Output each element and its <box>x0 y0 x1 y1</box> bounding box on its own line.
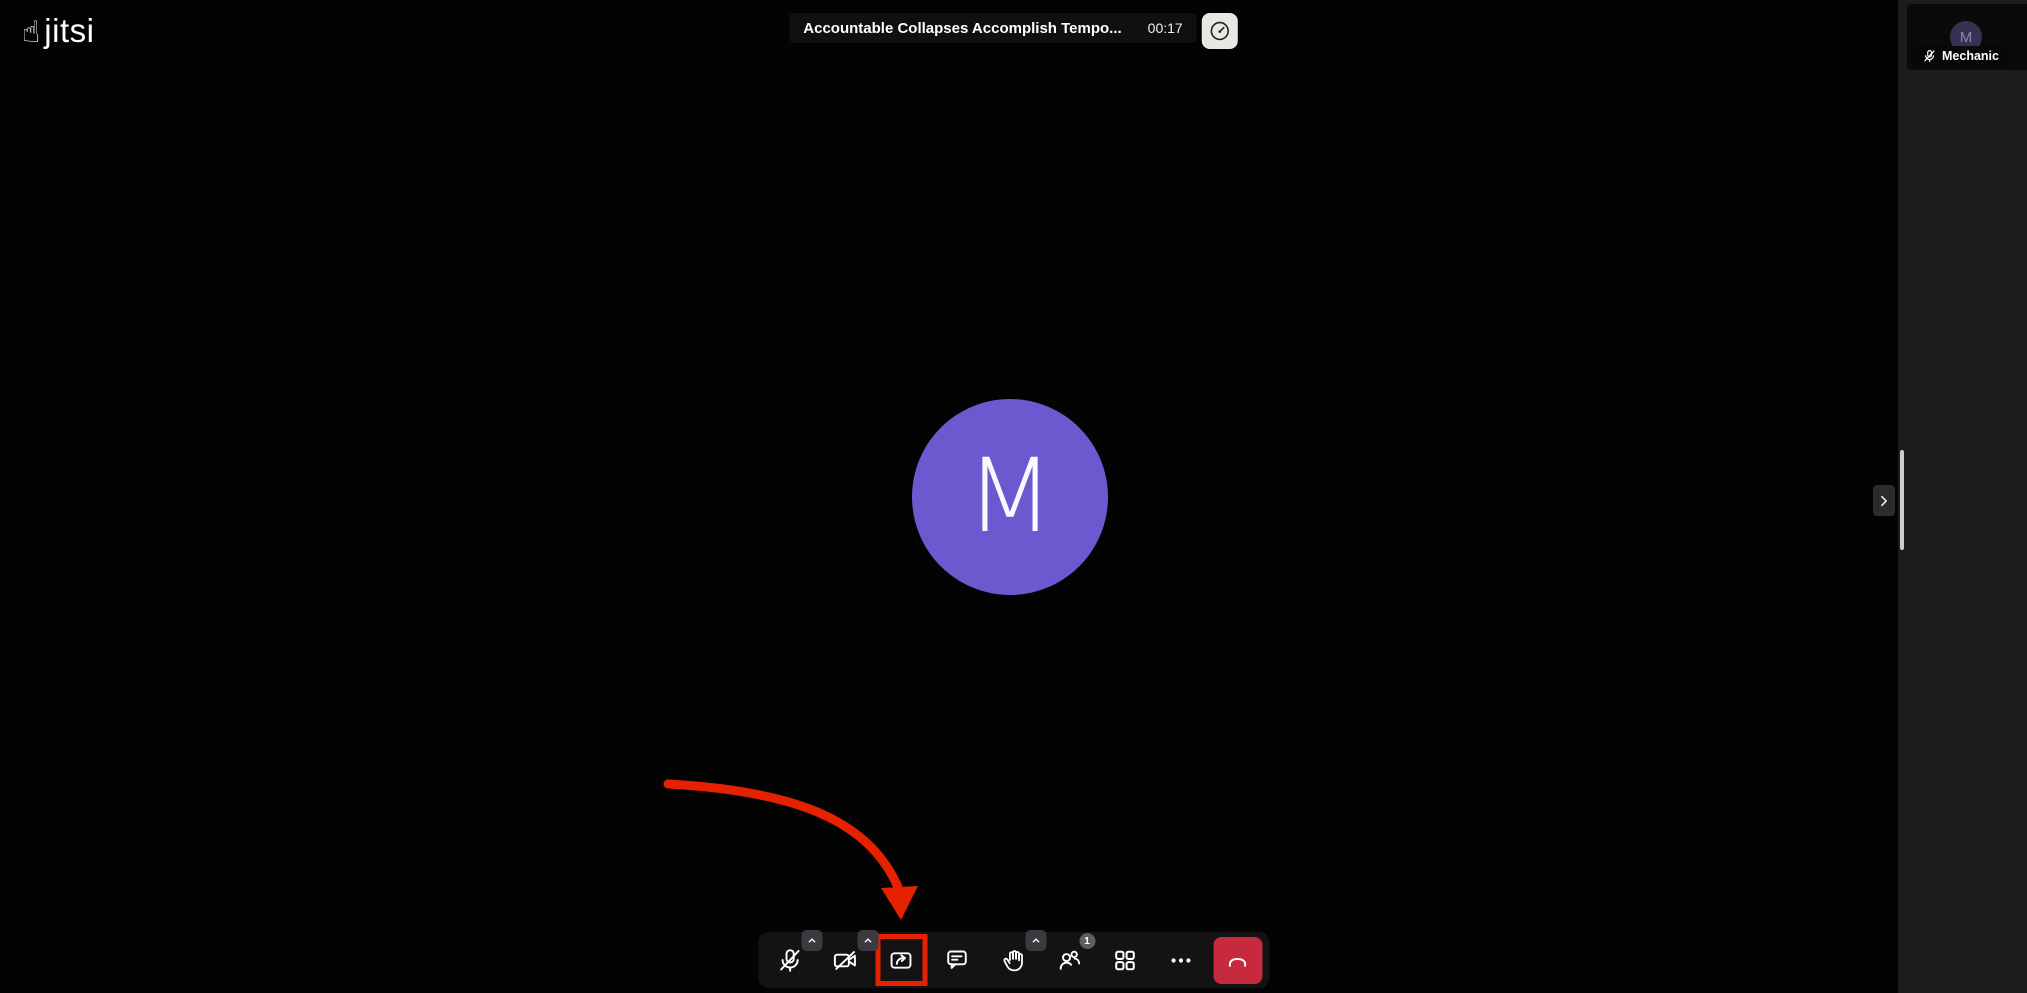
jitsi-hand-icon: ☝ <box>22 18 40 48</box>
share-screen-icon <box>888 947 915 974</box>
participants-count-badge: 1 <box>1079 933 1095 949</box>
more-options-button[interactable] <box>1157 936 1205 984</box>
annotation-arrow <box>650 768 930 933</box>
tile-avatar-initial: M <box>1960 29 1973 46</box>
participants-icon <box>1056 947 1083 974</box>
participant-tile[interactable]: M Mechanic <box>1907 4 2027 70</box>
conference-timer: 00:17 <box>1148 20 1183 36</box>
mute-microphone-button[interactable] <box>765 936 813 984</box>
conference-info-bar: Accountable Collapses Accomplish Tempo..… <box>789 13 1237 49</box>
mic-muted-icon <box>1922 49 1936 63</box>
camera-button[interactable] <box>821 936 869 984</box>
chat-button[interactable] <box>933 936 981 984</box>
filmstrip-toggle-button[interactable] <box>1873 485 1895 516</box>
speedometer-icon <box>1208 19 1232 43</box>
tile-view-button[interactable] <box>1101 936 1149 984</box>
participant-name: Mechanic <box>1942 49 1999 63</box>
filmstrip-panel: M Mechanic <box>1898 0 2027 993</box>
participants-button[interactable]: 1 <box>1045 936 1093 984</box>
chevron-right-icon <box>1876 492 1892 510</box>
chat-icon <box>944 947 971 974</box>
more-dots-icon <box>1168 947 1195 974</box>
mic-muted-icon <box>776 947 803 974</box>
participant-name-pill: Mechanic <box>1913 46 2008 66</box>
hangup-button[interactable] <box>1213 937 1262 984</box>
stage-participant-avatar: M <box>912 399 1108 595</box>
microphone-options-arrow[interactable] <box>801 930 822 951</box>
jitsi-logo-text: jitsi <box>44 12 94 50</box>
share-screen-button[interactable] <box>877 936 925 984</box>
filmstrip-scrollbar[interactable] <box>1900 450 1904 550</box>
conference-subject: Accountable Collapses Accomplish Tempo..… <box>803 20 1121 37</box>
raise-hand-icon <box>1000 947 1027 974</box>
camera-off-icon <box>832 947 859 974</box>
stage-avatar-initial: M <box>966 446 1054 548</box>
toolbar: 1 <box>758 932 1269 988</box>
tile-view-icon <box>1112 947 1139 974</box>
performance-settings-button[interactable] <box>1202 13 1238 49</box>
raise-hand-options-arrow[interactable] <box>1025 930 1046 951</box>
conference-subject-pill: Accountable Collapses Accomplish Tempo..… <box>789 13 1196 43</box>
hangup-icon <box>1224 948 1252 972</box>
raise-hand-button[interactable] <box>989 936 1037 984</box>
jitsi-logo[interactable]: ☝ jitsi <box>22 12 94 50</box>
camera-options-arrow[interactable] <box>857 930 878 951</box>
